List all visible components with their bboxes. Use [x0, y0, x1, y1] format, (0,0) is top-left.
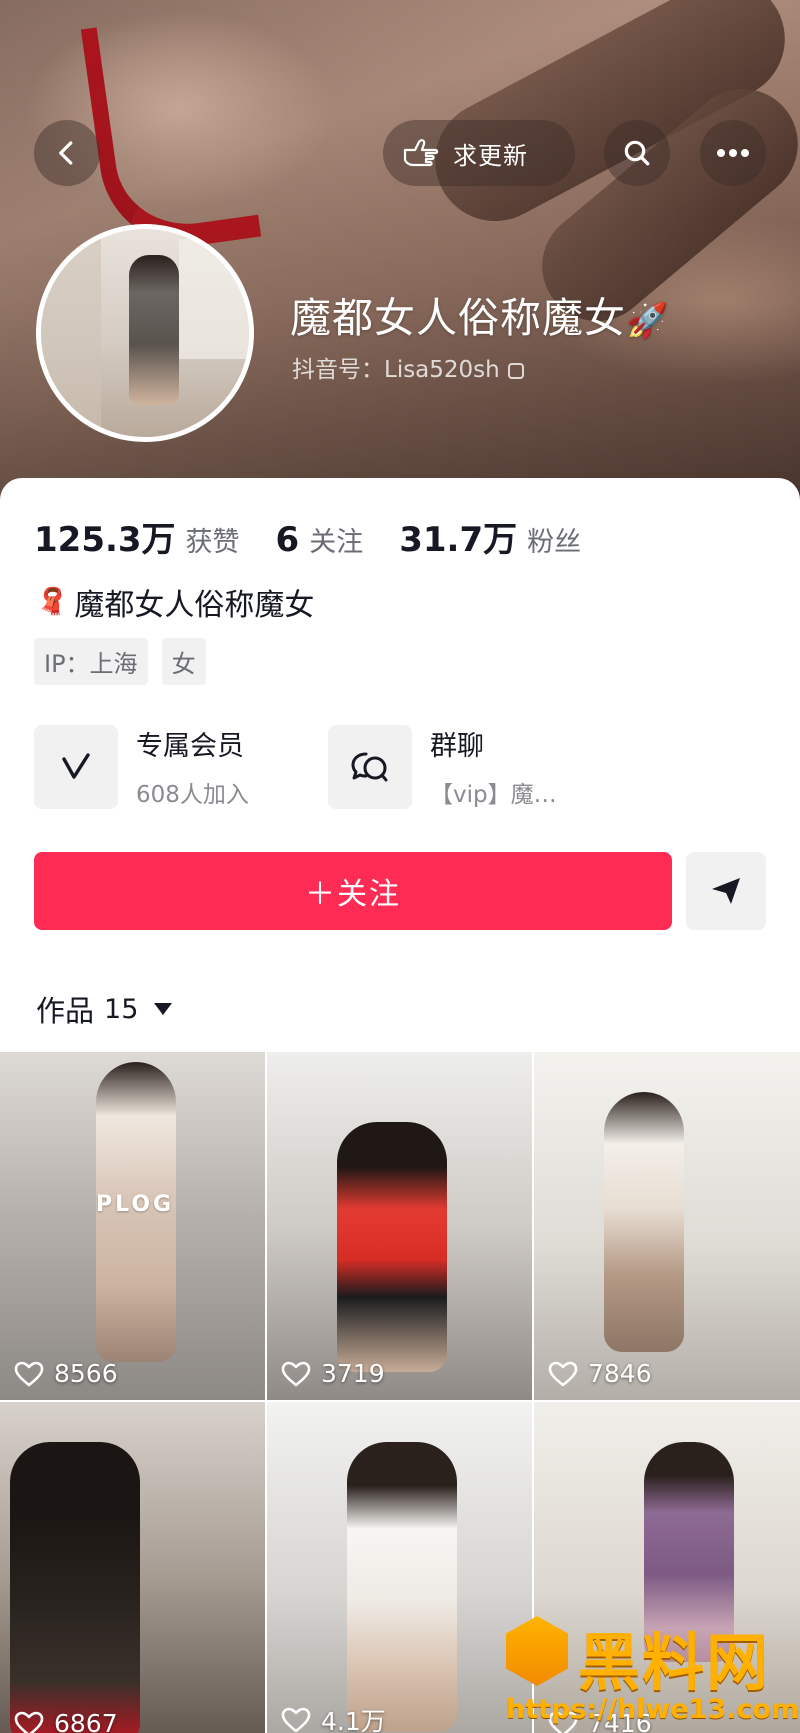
pointing-hand-icon	[403, 139, 439, 167]
group-chat-title: 群聊	[430, 731, 484, 762]
search-button[interactable]	[604, 120, 670, 186]
avatar-bg-window	[179, 239, 249, 359]
thumbnail-figure	[604, 1092, 684, 1352]
heart-icon	[281, 1361, 311, 1386]
heart-icon	[14, 1361, 44, 1386]
watermark-url: https://hlwe13.com	[506, 1694, 800, 1725]
profile-nickname: 魔都女人俗称魔女🚀	[290, 284, 669, 344]
like-count-text: 6867	[54, 1709, 118, 1733]
search-icon	[624, 140, 650, 166]
tab-works[interactable]: 作品 15	[36, 988, 173, 1030]
v-badge-icon	[62, 752, 90, 779]
thumbnail-figure	[10, 1442, 140, 1733]
membership-count: 608人加入	[136, 782, 249, 808]
thumbnail-figure	[347, 1442, 457, 1732]
works-label: 作品	[36, 994, 95, 1028]
video-like-count: 6867	[14, 1709, 118, 1733]
video-like-count: 8566	[14, 1359, 118, 1388]
video-like-count: 3719	[281, 1359, 385, 1388]
rocket-icon: 🚀	[626, 301, 670, 341]
like-count-text: 8566	[54, 1359, 118, 1388]
bio-text: 魔都女人俗称魔女	[74, 588, 315, 623]
profile-tags: IP：上海 女	[34, 638, 206, 685]
group-chat-name: 【vip】魔…	[430, 782, 557, 808]
group-chat-icon-box	[328, 724, 412, 809]
likes-label: 获赞	[185, 527, 240, 558]
more-dots-icon	[717, 149, 749, 157]
membership-icon-box	[34, 724, 118, 809]
likes-count: 125.3万	[34, 520, 176, 560]
caret-down-icon	[154, 1003, 173, 1015]
nickname-text: 魔都女人俗称魔女	[290, 294, 626, 342]
like-count-text: 7846	[588, 1359, 652, 1388]
video-like-count: 4.1万	[281, 1702, 386, 1733]
stat-likes[interactable]: 125.3万 获赞	[34, 512, 240, 561]
video-thumbnail[interactable]: 6867	[0, 1402, 265, 1733]
tag-gender: 女	[161, 638, 206, 685]
followers-count: 31.7万	[399, 520, 518, 560]
more-options-button[interactable]	[700, 120, 766, 186]
douyin-id-text: 抖音号：Lisa520sh	[292, 357, 500, 383]
group-chat-entry[interactable]: 群聊 【vip】魔…	[328, 724, 557, 809]
site-watermark: 黑料网 https://hlwe13.com	[506, 1612, 800, 1728]
share-button[interactable]	[686, 852, 766, 930]
bio: 🧣 魔都女人俗称魔女	[36, 580, 314, 624]
request-update-button[interactable]: 求更新	[383, 120, 575, 186]
tag-ip-location: IP：上海	[34, 638, 148, 685]
video-thumbnail[interactable]: PLOG 8566	[0, 1052, 265, 1400]
watermark-name: 黑料网	[578, 1626, 771, 1699]
heart-icon	[548, 1361, 578, 1386]
plog-overlay: PLOG	[96, 1192, 175, 1217]
exclusive-membership-entry[interactable]: 专属会员 608人加入	[34, 724, 249, 809]
douyin-id[interactable]: 抖音号：Lisa520sh	[292, 350, 524, 384]
video-like-count: 7846	[548, 1359, 652, 1388]
thumbnail-figure	[337, 1122, 447, 1372]
stat-following[interactable]: 6 关注	[276, 520, 364, 560]
chat-bubbles-icon	[351, 752, 388, 781]
back-button[interactable]	[34, 120, 100, 186]
like-count-text: 4.1万	[321, 1707, 386, 1733]
watermark-logo-icon	[506, 1616, 568, 1686]
followers-label: 粉丝	[527, 527, 582, 558]
membership-title: 专属会员	[136, 731, 244, 762]
video-thumbnail[interactable]: 4.1万	[267, 1402, 532, 1733]
follow-button[interactable]: ＋关注	[34, 852, 672, 930]
video-thumbnail[interactable]: 3719	[267, 1052, 532, 1400]
stats-row: 125.3万 获赞 6 关注 31.7万 粉丝	[34, 512, 617, 561]
following-count: 6	[275, 520, 300, 560]
avatar-figure	[129, 255, 179, 405]
heart-icon	[281, 1707, 311, 1733]
video-thumbnail[interactable]: 7846	[534, 1052, 800, 1400]
profile-card: 125.3万 获赞 6 关注 31.7万 粉丝 🧣 魔都女人俗称魔女 IP：上海…	[0, 478, 800, 1733]
send-arrow-icon	[712, 878, 740, 904]
scarf-icon: 🧣	[36, 587, 69, 617]
avatar[interactable]	[36, 224, 254, 442]
following-label: 关注	[309, 527, 364, 558]
chevron-left-icon	[59, 141, 73, 165]
avatar-bg-shelf	[41, 229, 101, 437]
works-count: 15	[104, 993, 139, 1025]
copy-icon	[507, 363, 524, 379]
stat-followers[interactable]: 31.7万 粉丝	[399, 512, 581, 561]
heart-icon	[14, 1711, 44, 1733]
request-update-label: 求更新	[453, 141, 528, 170]
like-count-text: 3719	[321, 1359, 385, 1388]
